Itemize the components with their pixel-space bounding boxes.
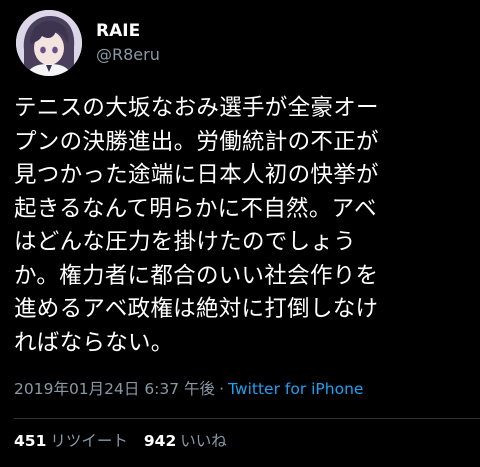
user-handle[interactable]: @R8eru bbox=[96, 44, 160, 66]
tweet-text-line: ればならない。 bbox=[14, 329, 174, 356]
tweet-text: テニスの大坂なおみ選手が全豪オー プンの決勝進出。労働統計の不正が 見つかった途… bbox=[14, 92, 474, 360]
tweet-header: RAIE @R8eru bbox=[16, 10, 160, 76]
avatar-image bbox=[16, 10, 82, 76]
tweet-source-link[interactable]: Twitter for iPhone bbox=[228, 380, 363, 398]
likes-count: 942 bbox=[143, 432, 177, 450]
tweet-stats: 451 リツイート 942 いいね bbox=[14, 430, 227, 452]
tweet-meta: 2019年01月24日 6:37 午後 · Twitter for iPhone bbox=[14, 378, 363, 400]
user-names: RAIE @R8eru bbox=[96, 20, 160, 66]
tweet: RAIE @R8eru テニスの大坂なおみ選手が全豪オー プンの決勝進出。労働統… bbox=[0, 0, 480, 467]
tweet-timestamp[interactable]: 2019年01月24日 6:37 午後 bbox=[14, 380, 215, 398]
tweet-text-line: テニスの大坂なおみ選手が全豪オー bbox=[14, 95, 379, 121]
tweet-text-line: プンの決勝進出。労働統計の不正が bbox=[14, 128, 379, 155]
retweets-count: 451 bbox=[14, 432, 47, 450]
retweets-label: リツイート bbox=[50, 432, 128, 450]
divider bbox=[14, 418, 480, 419]
tweet-text-line: 進めるアベ政権は絶対に打倒しなけ bbox=[14, 296, 379, 322]
tweet-text-line: はどんな圧力を掛けたのでしょう bbox=[14, 229, 357, 255]
likes-label: いいね bbox=[180, 432, 227, 450]
tweet-text-line: 見つかった途端に日本人初の快挙が bbox=[14, 162, 379, 188]
retweets-stat[interactable]: 451 リツイート bbox=[14, 432, 128, 450]
meta-separator: · bbox=[219, 380, 224, 398]
tweet-text-line: か。権力者に都合のいい社会作りを bbox=[14, 262, 379, 289]
tweet-text-line: 起きるなんて明らかに不自然。アベ bbox=[14, 195, 377, 222]
display-name[interactable]: RAIE bbox=[96, 20, 160, 42]
avatar[interactable] bbox=[16, 10, 82, 76]
likes-stat[interactable]: 942 いいね bbox=[144, 432, 227, 450]
